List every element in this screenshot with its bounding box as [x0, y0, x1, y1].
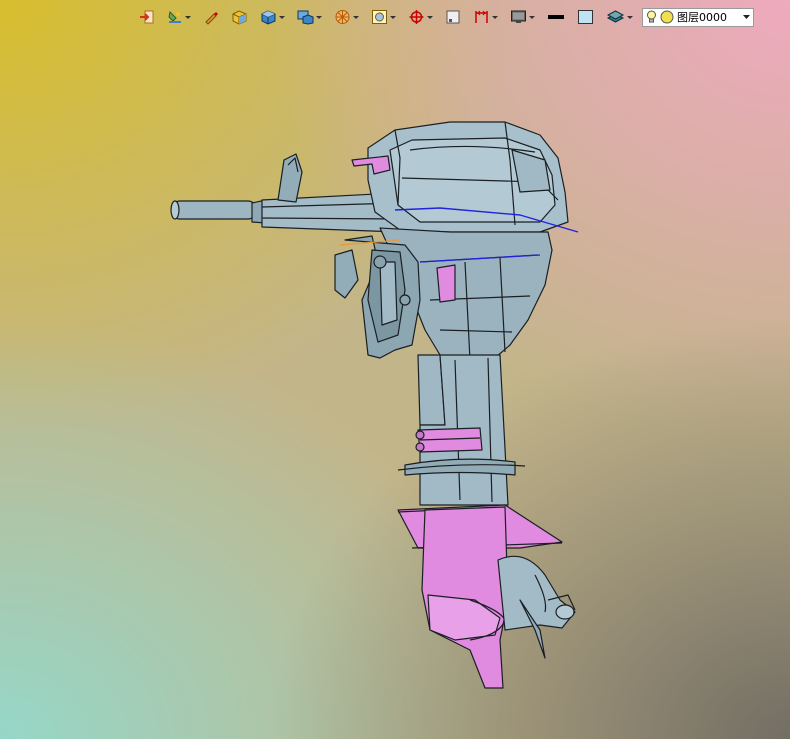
- side-bracket-highlight: [436, 264, 456, 303]
- engine-cowling: [367, 121, 579, 233]
- tiller-handle: [170, 153, 401, 233]
- 3d-viewport[interactable]: 图层0000: [0, 0, 790, 739]
- shaft-clamp-highlight: [415, 427, 483, 453]
- outboard-motor-model[interactable]: [0, 0, 790, 739]
- clamp-bracket: [334, 235, 421, 359]
- propeller: [497, 555, 576, 659]
